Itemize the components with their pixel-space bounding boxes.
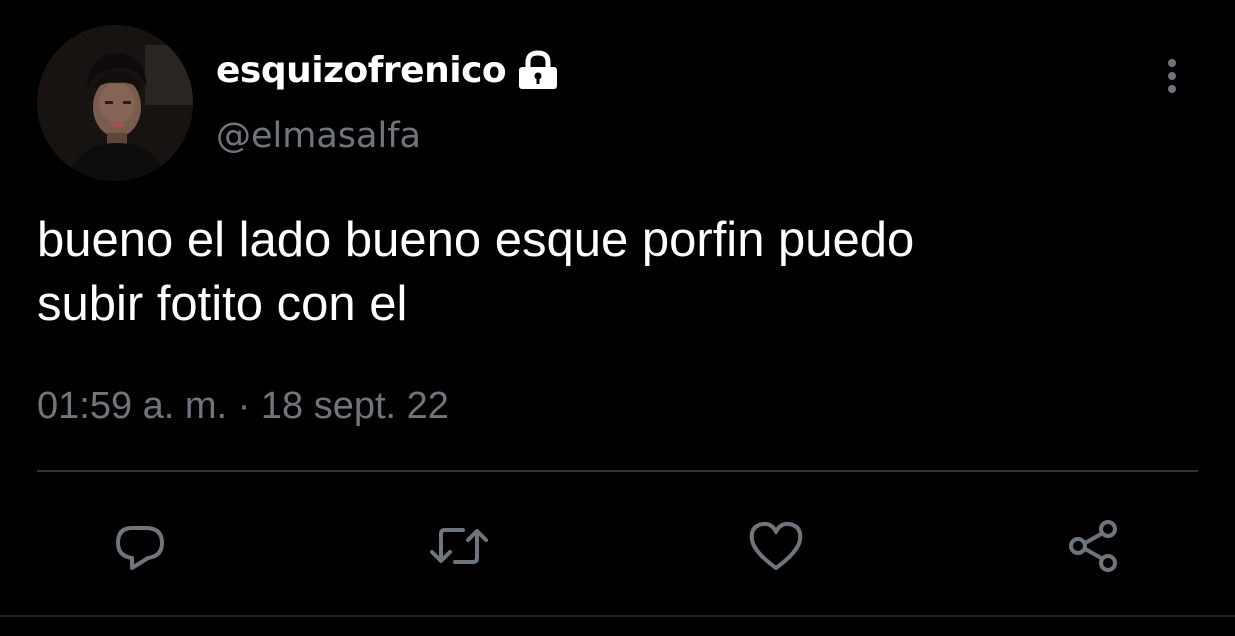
share-icon — [1069, 520, 1117, 572]
heart-icon — [749, 521, 803, 570]
like-button[interactable] — [740, 510, 812, 582]
more-options-button[interactable] — [1152, 55, 1192, 95]
share-button[interactable] — [1058, 510, 1130, 582]
reply-button[interactable] — [104, 510, 176, 582]
reply-icon — [116, 526, 164, 570]
author-handle[interactable]: @elmasalfa — [216, 116, 421, 156]
retweet-icon — [430, 528, 488, 564]
author-name-row: esquizofrenico — [216, 44, 560, 96]
avatar[interactable] — [37, 25, 193, 181]
tweet-text-line: subir fotito con el — [37, 277, 408, 331]
tweet-text-line: bueno el lado bueno esque porfin puedo — [37, 213, 915, 267]
more-vertical-icon — [1168, 59, 1176, 93]
tweet-timestamp[interactable]: 01:59 a. m. · 18 sept. 22 — [37, 385, 449, 428]
display-name[interactable]: esquizofrenico — [216, 50, 507, 91]
divider — [37, 470, 1198, 472]
avatar-image — [37, 25, 193, 181]
divider — [0, 615, 1235, 617]
tweet-text: bueno el lado bueno esque porfin puedo s… — [37, 208, 1197, 336]
lock-icon — [516, 50, 560, 90]
retweet-button[interactable] — [423, 510, 495, 582]
